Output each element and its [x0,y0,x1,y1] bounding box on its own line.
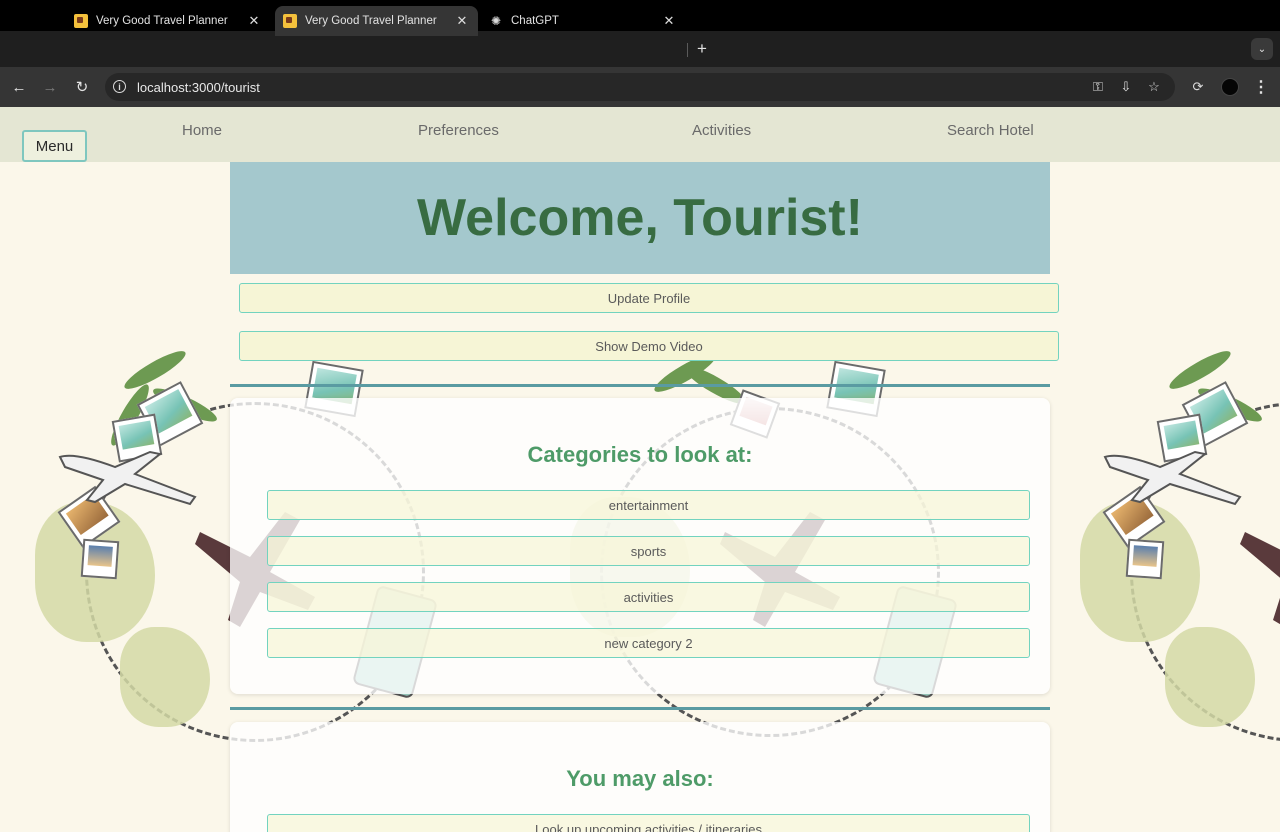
section-divider [230,707,1050,710]
travel-favicon-icon [283,14,297,28]
page-viewport: Menu Home Preferences Activities Search … [0,107,1280,832]
tab-travel-planner-1[interactable]: Very Good Travel Planner ✕ [68,6,268,36]
section-divider [230,384,1050,387]
airplane-icon [1103,450,1242,506]
lookup-activities-button[interactable]: Look up upcoming activities / itinerarie… [267,814,1030,832]
password-key-icon[interactable]: ⚿ [1089,78,1107,96]
nav-link-home[interactable]: Home [182,122,222,139]
travel-favicon-icon [74,14,88,28]
nav-link-search-hotel[interactable]: Search Hotel [947,122,1034,139]
address-bar[interactable] [105,73,1175,101]
tab-strip [0,31,1280,67]
tab-title: Very Good Travel Planner [96,15,228,27]
menu-button[interactable]: Menu [22,130,87,162]
tab-title: Very Good Travel Planner [305,15,437,27]
profile-avatar[interactable] [1221,78,1239,96]
bookmark-star-icon[interactable]: ☆ [1145,78,1163,96]
nav-link-preferences[interactable]: Preferences [418,122,499,139]
reload-icon[interactable]: ↻ [72,77,92,97]
you-may-also-card: You may also: Look up upcoming activitie… [230,722,1050,832]
categories-card: Categories to look at: entertainment spo… [230,398,1050,694]
close-icon[interactable]: ✕ [661,13,677,29]
install-app-icon[interactable]: ⇩ [1117,78,1135,96]
category-button-activities[interactable]: activities [267,582,1030,612]
new-tab-icon[interactable]: + [692,39,712,59]
category-button-sports[interactable]: sports [267,536,1030,566]
show-demo-video-button[interactable]: Show Demo Video [239,331,1059,361]
welcome-banner: Welcome, Tourist! [230,162,1050,274]
tab-travel-planner-2[interactable]: Very Good Travel Planner ✕ [275,6,478,36]
page-title: Welcome, Tourist! [417,189,863,247]
tab-separator [687,43,688,57]
chatgpt-icon: ✺ [490,14,502,28]
tab-chatgpt[interactable]: ✺ ChatGPT ✕ [483,6,683,36]
back-arrow-icon[interactable]: ← [9,77,29,97]
category-button-entertainment[interactable]: entertainment [267,490,1030,520]
url-text[interactable]: localhost:3000/tourist [137,80,260,95]
forward-arrow-icon[interactable]: → [40,77,60,97]
tab-search-chevron-icon[interactable]: ⌄ [1251,38,1273,60]
airplane-silhouette-icon [1240,532,1280,625]
you-may-also-heading: You may also: [566,766,714,791]
close-icon[interactable]: ✕ [454,13,470,29]
site-info-icon[interactable]: i [113,80,126,93]
update-profile-button[interactable]: Update Profile [239,283,1059,313]
airplane-icon [58,450,197,506]
tab-title: ChatGPT [511,15,559,27]
more-options-icon[interactable]: ⋮ [1252,77,1270,97]
close-icon[interactable]: ✕ [246,13,262,29]
categories-heading: Categories to look at: [527,442,753,467]
category-button-new-category-2[interactable]: new category 2 [267,628,1030,658]
extensions-icon[interactable]: ⟳ [1189,78,1207,96]
nav-link-activities[interactable]: Activities [692,122,751,139]
